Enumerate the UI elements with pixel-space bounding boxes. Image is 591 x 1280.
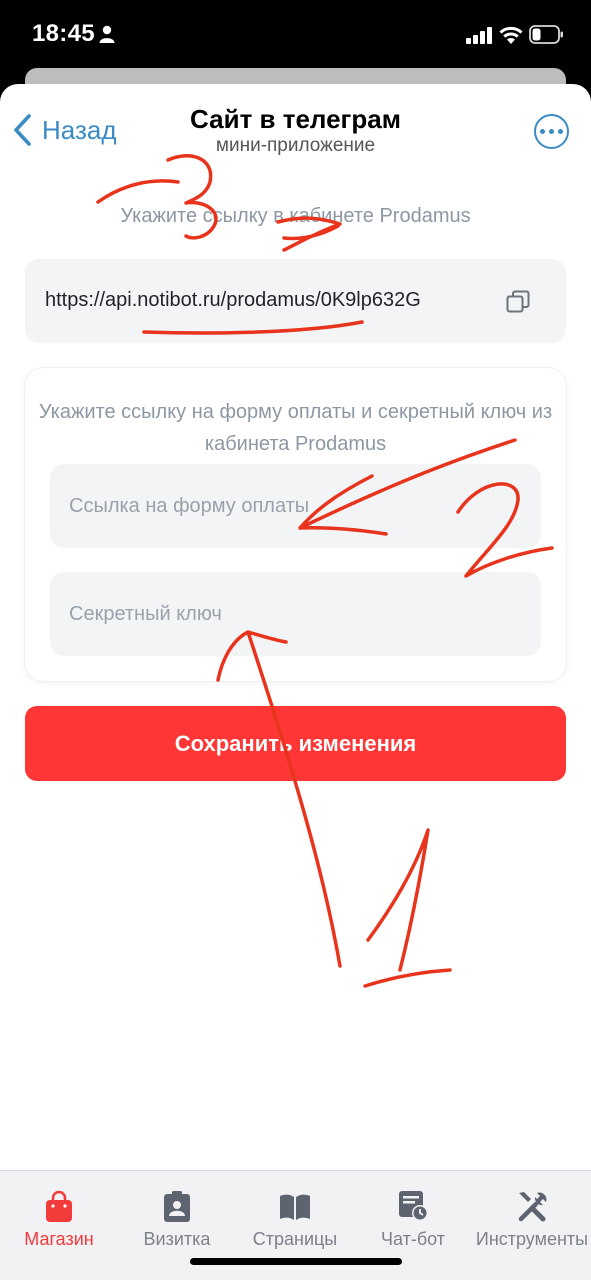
dot-icon [540,129,545,134]
url-box: https://api.notibot.ru/prodamus/0K9lp632… [25,259,566,343]
page-title: Сайт в телеграм [190,104,401,134]
tab-shop[interactable]: Магазин [0,1189,118,1250]
webhook-url[interactable]: https://api.notibot.ru/prodamus/0K9lp632… [45,289,421,312]
book-icon [280,1194,310,1220]
tab-card[interactable]: Визитка [118,1189,236,1250]
chat-clock-icon [399,1191,428,1221]
tab-label: Визитка [143,1229,211,1249]
link-hint: Укажите ссылку в кабинете Prodamus [120,205,471,227]
signal-icon [466,27,492,44]
tab-pages[interactable]: Страницы [236,1189,354,1250]
shopping-bag-icon [46,1190,72,1222]
form-hint: Укажите ссылку на форму оплаты и секретн… [38,401,553,455]
secret-key-input[interactable]: Секретный ключ [50,572,541,656]
tab-label: Инструменты [475,1229,589,1249]
person-icon [99,25,115,43]
dot-icon [558,129,563,134]
more-options-button[interactable] [534,114,569,149]
copy-icon[interactable] [506,290,530,314]
tab-tools[interactable]: Инструменты [473,1189,591,1250]
wifi-icon [499,26,523,44]
badge-icon [164,1191,190,1222]
status-time: 18:45 [32,20,95,47]
tab-chatbot[interactable]: Чат-бот [354,1189,472,1250]
battery-icon [529,25,563,44]
payment-settings-card: Укажите ссылку на форму оплаты и секретн… [25,368,566,681]
tab-label: Магазин [24,1229,94,1249]
mini-app-sheet: Назад Сайт в телеграм мини-приложение Ук… [0,84,591,1280]
dot-icon [549,129,554,134]
status-bar: 18:45 [0,0,591,70]
tab-label: Страницы [252,1229,338,1249]
payment-link-input[interactable]: Ссылка на форму оплаты [50,464,541,548]
home-indicator[interactable] [190,1258,402,1265]
save-button[interactable]: Сохранить изменения [25,706,566,781]
tools-icon [518,1192,547,1222]
page-subtitle: мини-приложение [215,135,376,156]
tab-label: Чат-бот [380,1229,446,1249]
